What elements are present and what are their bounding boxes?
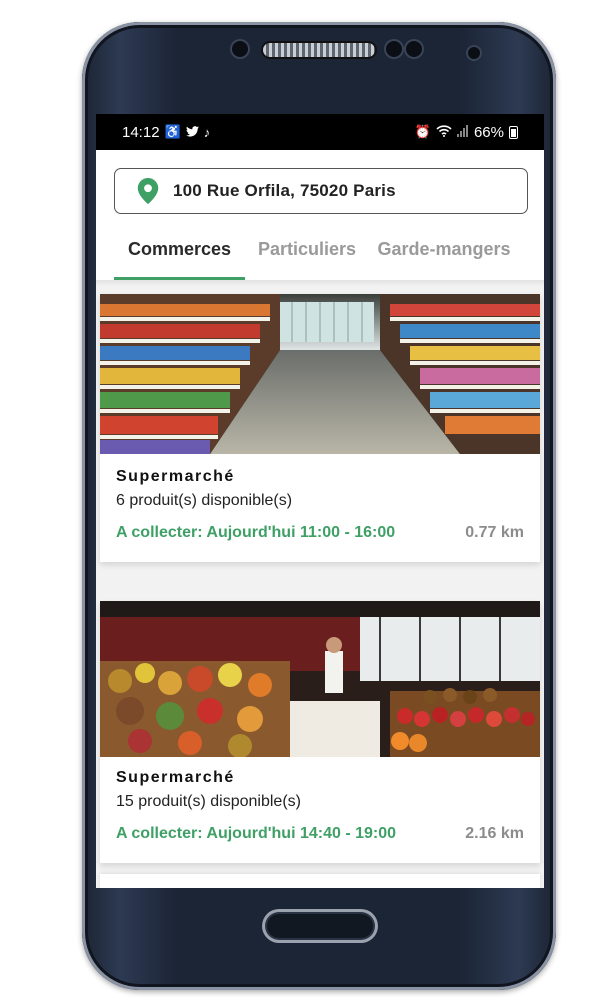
status-bar: 14:12 ♿ ♪ ⏰ 66% [96,114,544,150]
store-name: Supermarché [116,468,235,485]
signal-icon [456,124,469,140]
store-name: Supermarché [116,769,235,786]
earpiece-speaker [263,43,375,57]
battery-icon [509,125,518,139]
front-sensor [406,41,422,57]
header-divider [96,280,544,286]
available-products: 6 produit(s) disponible(s) [116,492,293,509]
pickup-window: A collecter: Aujourd'hui 11:00 - 16:00 [116,524,396,541]
map-pin-icon [137,178,159,204]
app-screen: 14:12 ♿ ♪ ⏰ 66% 100 Rue Orfila, 75020 Pa… [96,114,544,888]
address-text: 100 Rue Orfila, 75020 Paris [173,181,396,200]
home-button[interactable] [262,909,378,943]
tab-commerces[interactable]: Commerces [114,236,245,280]
listing-card[interactable]: Supermarché 6 produit(s) disponible(s) A… [100,294,540,562]
tab-bar: Commerces Particuliers Garde-mangers [114,236,544,280]
front-sensor [386,41,402,57]
fruit-stall-photo [100,601,540,757]
battery-percent: 66% [473,123,504,141]
listing-card[interactable]: Supermarché 15 produit(s) disponible(s) … [100,601,540,863]
tiktok-icon: ♪ [203,124,211,140]
status-time: 14:12 [122,123,160,141]
front-sensor [232,41,248,57]
pickup-window: A collecter: Aujourd'hui 14:40 - 19:00 [116,825,397,842]
app-header: 100 Rue Orfila, 75020 Paris Commerces Pa… [96,150,544,280]
available-products: 15 produit(s) disponible(s) [116,793,301,810]
distance: 2.16 km [465,825,524,842]
twitter-icon [185,125,199,140]
tab-particuliers[interactable]: Particuliers [245,236,369,280]
supermarket-aisle-photo [100,294,540,454]
accessibility-icon: ♿ [164,124,181,139]
tab-garde-mangers[interactable]: Garde-mangers [369,236,519,280]
front-camera [468,47,480,59]
address-field[interactable]: 100 Rue Orfila, 75020 Paris [114,168,528,214]
next-listing-card[interactable] [100,874,540,888]
wifi-icon [436,124,452,140]
alarm-icon: ⏰ [414,124,431,139]
distance: 0.77 km [465,524,524,541]
